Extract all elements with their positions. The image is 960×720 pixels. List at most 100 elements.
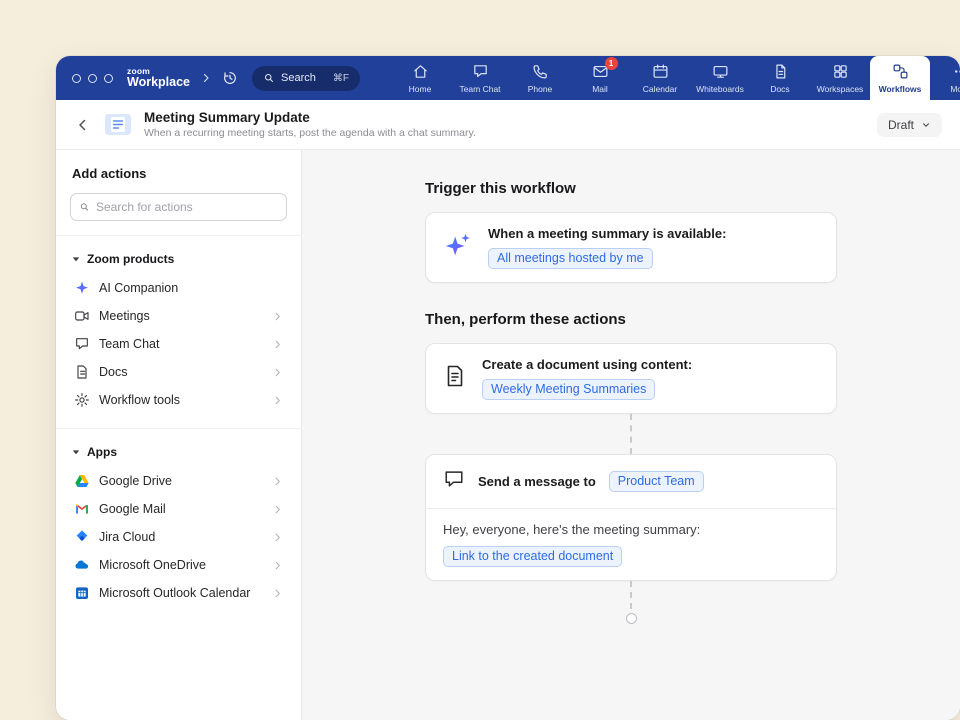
jira-icon [74,529,90,545]
tab-docs[interactable]: Docs [750,56,810,100]
gear-icon [74,392,90,408]
navbar-left: zoom Workplace Search ⌘F [56,56,360,100]
document-icon [443,364,467,393]
tab-whiteboards[interactable]: Whiteboards [690,56,750,100]
title-block: Meeting Summary Update When a recurring … [144,110,476,139]
status-dropdown[interactable]: Draft [877,113,942,137]
add-actions-sidebar: Add actions Zoom products AI Companion [56,150,302,720]
more-icon [952,63,960,80]
sidebar-item-microsoft-onedrive[interactable]: Microsoft OneDrive [70,551,287,579]
sidebar-item-google-drive[interactable]: Google Drive [70,467,287,495]
page-subtitle: When a recurring meeting starts, post th… [144,127,476,139]
gmail-icon [74,501,90,517]
sidebar-item-workflow-tools[interactable]: Workflow tools [70,386,287,414]
create-document-text: Create a document using content: [482,357,692,372]
app-window: zoom Workplace Search ⌘F Home Team [56,56,960,720]
docs-icon [772,63,789,80]
doc-icon [74,364,90,380]
ai-sparkle-icon [74,280,90,296]
workspaces-icon [832,63,849,80]
recipient-chip[interactable]: Product Team [609,471,704,492]
dashed-connector [630,414,632,454]
window-control-dot[interactable] [104,74,113,83]
back-button[interactable] [74,116,92,134]
window-control-dot[interactable] [88,74,97,83]
chevron-right-icon [272,588,283,599]
send-message-card[interactable]: Send a message to Product Team Hey, ever… [425,454,837,581]
outlook-icon [74,585,90,601]
chevron-right-icon [272,311,283,322]
content-area: Add actions Zoom products AI Companion [56,150,960,720]
divider [56,428,301,429]
tab-mail[interactable]: 1 Mail [570,56,630,100]
chevron-right-icon [272,532,283,543]
tab-home[interactable]: Home [390,56,450,100]
window-control-dot[interactable] [72,74,81,83]
sidebar-title: Add actions [72,166,285,181]
nav-tabs: Home Team Chat Phone 1 Mail Calendar [390,56,960,100]
tab-team-chat[interactable]: Team Chat [450,56,510,100]
actions-search[interactable] [70,193,287,221]
workflow-header: Meeting Summary Update When a recurring … [56,100,960,150]
chevron-right-icon [272,395,283,406]
calendar-icon [652,63,669,80]
create-document-card[interactable]: Create a document using content: Weekly … [425,343,837,414]
tab-workflows[interactable]: Workflows [870,56,930,100]
section-apps[interactable]: Apps [70,443,287,467]
tab-more[interactable]: More [930,56,960,100]
ai-sparkle-icon [443,230,473,265]
document-link-chip[interactable]: Link to the created document [443,546,622,567]
trigger-text: When a meeting summary is available: [488,226,726,241]
search-shortcut: ⌘F [333,73,349,84]
section-zoom-products[interactable]: Zoom products [70,250,287,274]
sidebar-item-docs[interactable]: Docs [70,358,287,386]
chat-icon [472,63,489,80]
trigger-heading: Trigger this workflow [425,180,837,197]
zoom-workplace-logo: zoom Workplace [127,67,190,89]
search-icon [263,72,275,84]
home-icon [412,63,429,80]
tab-workspaces[interactable]: Workspaces [810,56,870,100]
trigger-scope-chip[interactable]: All meetings hosted by me [488,248,653,269]
search-input[interactable] [96,200,278,214]
window-controls[interactable] [72,74,113,83]
video-icon [74,308,90,324]
workflows-icon [892,63,909,80]
message-bubble-icon [443,468,465,495]
triangle-down-icon [72,448,80,456]
whiteboard-icon [712,63,729,80]
add-step-node[interactable] [626,613,637,624]
workflow-thumbnail-icon [104,113,132,136]
spacer [425,283,837,311]
chat-icon [74,336,90,352]
trigger-card[interactable]: When a meeting summary is available: All… [425,212,837,283]
logo-line2: Workplace [127,76,190,89]
chevron-right-icon [272,339,283,350]
chevron-right-icon[interactable] [200,72,212,84]
phone-icon [532,63,549,80]
message-body-text: Hey, everyone, here's the meeting summar… [443,522,819,537]
actions-heading: Then, perform these actions [425,311,837,328]
chevron-down-icon [921,120,931,130]
chevron-right-icon [272,560,283,571]
search-icon [79,201,90,213]
sidebar-item-jira-cloud[interactable]: Jira Cloud [70,523,287,551]
tab-calendar[interactable]: Calendar [630,56,690,100]
sidebar-item-team-chat[interactable]: Team Chat [70,330,287,358]
mail-badge: 1 [605,57,618,70]
top-navbar: zoom Workplace Search ⌘F Home Team [56,56,960,100]
google-drive-icon [74,473,90,489]
sidebar-item-meetings[interactable]: Meetings [70,302,287,330]
divider [56,235,301,236]
send-message-text: Send a message to [478,474,596,489]
history-icon[interactable] [222,70,238,86]
sidebar-item-ai-companion[interactable]: AI Companion [70,274,287,302]
document-content-chip[interactable]: Weekly Meeting Summaries [482,379,655,400]
sidebar-item-google-mail[interactable]: Google Mail [70,495,287,523]
chevron-right-icon [272,504,283,515]
global-search[interactable]: Search ⌘F [252,66,360,91]
page-title: Meeting Summary Update [144,110,476,125]
chevron-right-icon [272,367,283,378]
sidebar-item-microsoft-outlook-calendar[interactable]: Microsoft Outlook Calendar [70,579,287,607]
tab-phone[interactable]: Phone [510,56,570,100]
